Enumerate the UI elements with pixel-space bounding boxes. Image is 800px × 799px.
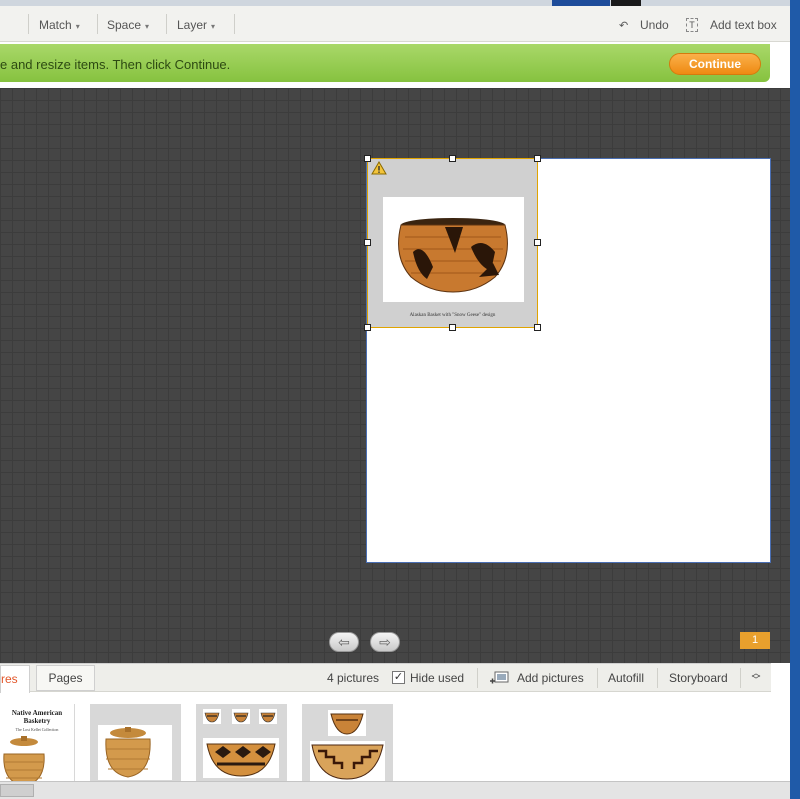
expand-collapse-icon[interactable]: ︿ ﹀ bbox=[750, 669, 762, 686]
continue-button[interactable]: Continue bbox=[669, 53, 761, 75]
undo-icon[interactable]: ↶ bbox=[619, 19, 633, 32]
thumbnail-title: Native American Basketry bbox=[11, 709, 63, 725]
window-edge bbox=[790, 0, 800, 799]
warning-icon[interactable] bbox=[371, 161, 387, 175]
thumbnail-image bbox=[232, 709, 250, 724]
add-text-box-button[interactable]: Add text box bbox=[710, 18, 777, 32]
resize-handle-left[interactable] bbox=[364, 239, 371, 246]
page-number-badge[interactable]: 1 bbox=[740, 632, 770, 649]
chevron-down-icon: ▾ bbox=[75, 22, 80, 31]
autofill-button[interactable]: Autofill bbox=[608, 671, 644, 685]
lidded-basket-image bbox=[3, 736, 45, 787]
thumbnail-image bbox=[310, 741, 385, 781]
thumbnail-image bbox=[328, 710, 366, 736]
tab-pictures[interactable]: res bbox=[0, 665, 30, 693]
resize-handle-top-right[interactable] bbox=[534, 155, 541, 162]
tray-separator bbox=[597, 668, 598, 688]
resize-handle-top-left[interactable] bbox=[364, 155, 371, 162]
thumbnail-image bbox=[203, 709, 221, 724]
resize-handle-bottom-left[interactable] bbox=[364, 324, 371, 331]
match-menu-label: Match bbox=[39, 18, 72, 32]
hide-used-checkbox[interactable]: ✓ bbox=[392, 671, 405, 684]
toolbar: Match ▾ Space ▾ Layer ▾ ↶ Undo T Add text b… bbox=[0, 6, 790, 42]
toolbar-separator bbox=[166, 14, 167, 34]
lidded-basket-image bbox=[105, 727, 151, 778]
resize-handle-top[interactable] bbox=[449, 155, 456, 162]
picture-thumbnail[interactable] bbox=[196, 704, 287, 788]
hide-used-label[interactable]: Hide used bbox=[410, 671, 464, 685]
tray-separator bbox=[740, 668, 741, 688]
storyboard-button[interactable]: Storyboard bbox=[669, 671, 728, 685]
picture-thumbnail[interactable]: Native American Basketry The Lost Kellet… bbox=[0, 704, 75, 788]
tray-toolbar: res Pages 4 pictures ✓ Hide used Add pic… bbox=[0, 664, 771, 693]
chevron-down-icon: ▾ bbox=[145, 22, 150, 31]
basket-photo bbox=[383, 197, 524, 302]
resize-handle-bottom-right[interactable] bbox=[534, 324, 541, 331]
space-menu[interactable]: Space ▾ bbox=[107, 18, 149, 32]
thumbnail-image bbox=[98, 725, 172, 780]
layer-menu[interactable]: Layer ▾ bbox=[177, 18, 215, 32]
add-pictures-button[interactable]: Add pictures bbox=[517, 671, 584, 685]
tab-pages[interactable]: Pages bbox=[36, 665, 95, 691]
picture-count: 4 pictures bbox=[327, 671, 380, 685]
horizontal-scrollbar[interactable] bbox=[0, 781, 790, 799]
undo-button[interactable]: Undo bbox=[640, 18, 669, 32]
picture-thumbnail[interactable] bbox=[302, 704, 393, 788]
tray-separator bbox=[657, 668, 658, 688]
tray-separator bbox=[477, 668, 478, 688]
scrollbar-thumb[interactable] bbox=[0, 784, 34, 797]
chevron-down-icon: ▾ bbox=[211, 22, 216, 31]
space-menu-label: Space bbox=[107, 18, 142, 32]
thumbnail-image: Native American Basketry The Lost Kellet… bbox=[0, 704, 74, 788]
resize-handle-bottom[interactable] bbox=[449, 324, 456, 331]
resize-handle-right[interactable] bbox=[534, 239, 541, 246]
next-page-button[interactable]: ⇨ bbox=[370, 632, 400, 652]
picture-tray: res Pages 4 pictures ✓ Hide used Add pic… bbox=[0, 663, 771, 788]
text-box-icon[interactable]: T bbox=[686, 18, 698, 32]
selected-photo-frame[interactable]: Alaskan Basket with "Snow Geese" design bbox=[364, 155, 541, 331]
picture-thumbnail[interactable] bbox=[90, 704, 181, 788]
thumbnail-subtitle: The Lost Kellet Collection bbox=[15, 727, 59, 732]
previous-page-button[interactable]: ⇦ bbox=[329, 632, 359, 652]
alaskan-basket-image bbox=[398, 218, 508, 293]
toolbar-separator bbox=[234, 14, 235, 34]
thumbnail-image bbox=[203, 738, 279, 778]
patterned-bowl-image bbox=[206, 743, 276, 777]
layer-menu-label: Layer bbox=[177, 18, 208, 32]
arrow-right-icon: ⇨ bbox=[379, 634, 391, 650]
photo-caption: Alaskan Basket with "Snow Geese" design bbox=[409, 313, 496, 318]
thumbnail-image bbox=[259, 709, 277, 724]
instruction-bar: e and resize items. Then click Continue.… bbox=[0, 44, 770, 82]
arrow-left-icon: ⇦ bbox=[338, 634, 350, 650]
instruction-text: e and resize items. Then click Continue. bbox=[0, 57, 231, 72]
stepped-pattern-bowl-image bbox=[311, 744, 384, 780]
toolbar-separator bbox=[97, 14, 98, 34]
add-pictures-icon[interactable] bbox=[489, 671, 509, 685]
app-window: Match ▾ Space ▾ Layer ▾ ↶ Undo T Add text b… bbox=[0, 6, 790, 788]
match-menu[interactable]: Match ▾ bbox=[39, 18, 80, 32]
toolbar-separator bbox=[28, 14, 29, 34]
